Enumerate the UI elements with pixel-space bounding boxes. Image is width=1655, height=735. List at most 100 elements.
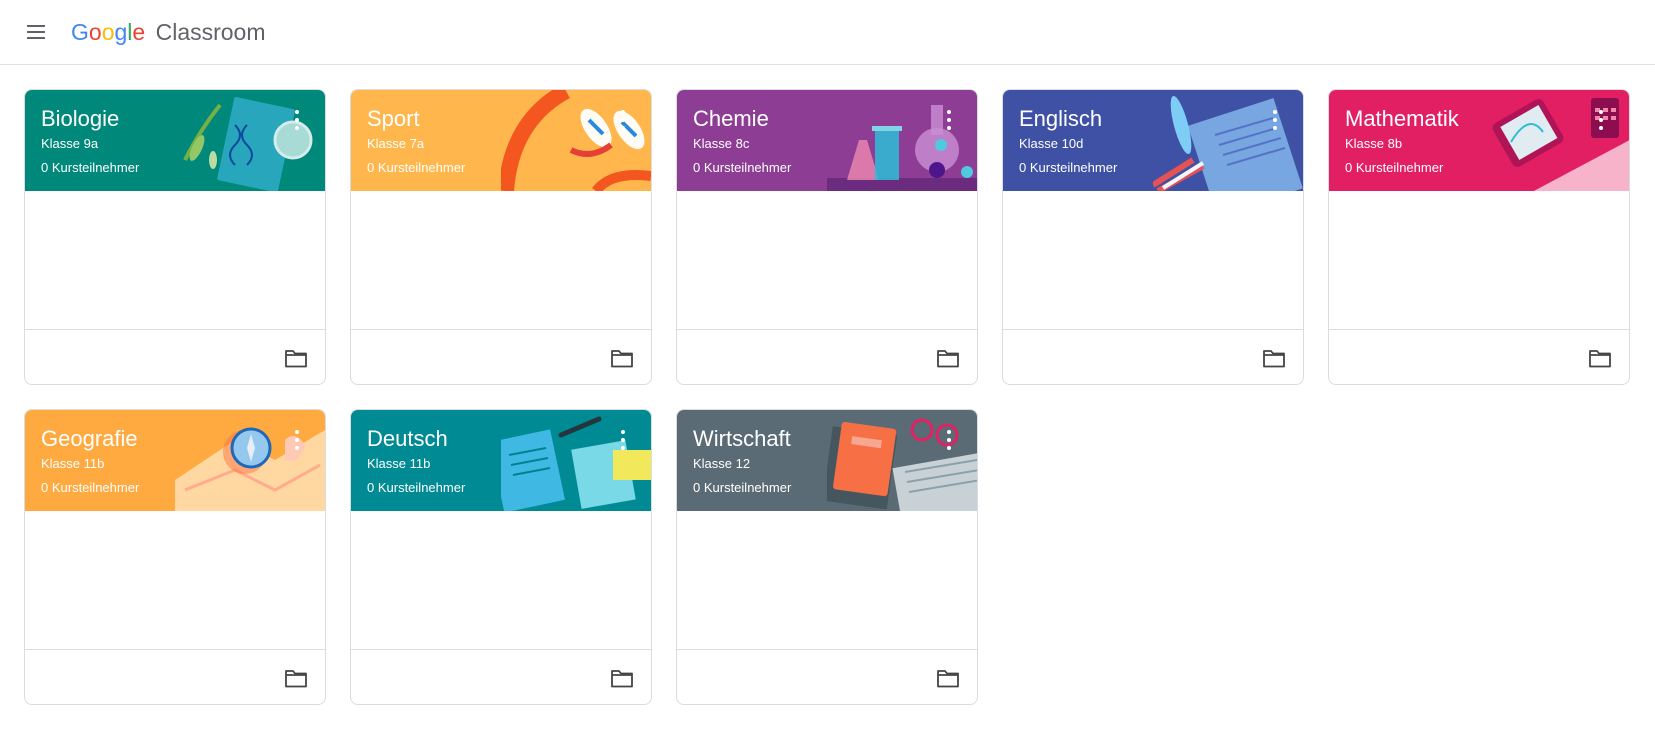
course-card-body xyxy=(677,511,977,649)
course-section: Klasse 10d xyxy=(1019,136,1084,151)
folder-icon[interactable] xyxy=(283,346,309,370)
more-vert-icon[interactable] xyxy=(1265,108,1285,132)
course-title[interactable]: Chemie xyxy=(693,106,769,132)
course-title[interactable]: Geografie xyxy=(41,426,138,452)
course-card[interactable]: Sport Klasse 7a 0 Kursteilnehmer xyxy=(350,89,652,385)
folder-icon[interactable] xyxy=(1587,346,1613,370)
hamburger-menu-icon-bar xyxy=(27,31,45,33)
logo-letter: g xyxy=(114,19,128,45)
course-card-header[interactable]: Mathematik Klasse 8b 0 Kursteilnehmer xyxy=(1329,90,1629,191)
course-card[interactable]: Biologie Klasse 9a 0 Kursteilnehmer xyxy=(24,89,326,385)
course-card[interactable]: Chemie Klasse 8c 0 Kursteilnehmer xyxy=(676,89,978,385)
dot xyxy=(295,430,299,434)
course-title[interactable]: Biologie xyxy=(41,106,119,132)
course-card-footer xyxy=(677,329,977,384)
course-card-body xyxy=(25,191,325,329)
course-card-body xyxy=(1329,191,1629,329)
dot xyxy=(1599,126,1603,130)
dot xyxy=(1273,110,1277,114)
dot xyxy=(947,126,951,130)
course-card-body xyxy=(677,191,977,329)
course-card-header[interactable]: Wirtschaft Klasse 12 0 Kursteilnehmer xyxy=(677,410,977,511)
course-card-header[interactable]: Sport Klasse 7a 0 Kursteilnehmer xyxy=(351,90,651,191)
dot xyxy=(295,446,299,450)
course-card-footer xyxy=(677,649,977,704)
more-vert-icon[interactable] xyxy=(287,428,307,452)
top-app-bar: Google Classroom xyxy=(0,0,1655,65)
hamburger-menu-icon xyxy=(27,25,45,27)
dot xyxy=(295,118,299,122)
course-card[interactable]: Wirtschaft Klasse 12 0 Kursteilnehmer xyxy=(676,409,978,705)
course-card[interactable]: Deutsch Klasse 11b 0 Kursteilnehmer xyxy=(350,409,652,705)
dot xyxy=(621,430,625,434)
course-student-count: 0 Kursteilnehmer xyxy=(41,160,140,175)
folder-icon[interactable] xyxy=(935,666,961,690)
course-card-footer xyxy=(25,329,325,384)
english-illustration xyxy=(1151,90,1303,191)
folder-icon[interactable] xyxy=(609,346,635,370)
course-card-body xyxy=(351,511,651,649)
logo-letter: e xyxy=(132,19,146,45)
math-illustration xyxy=(1479,90,1629,191)
course-section: Klasse 7a xyxy=(367,136,425,151)
more-vert-icon[interactable] xyxy=(613,428,633,452)
course-student-count: 0 Kursteilnehmer xyxy=(41,480,140,495)
course-section: Klasse 11b xyxy=(367,456,431,471)
course-title[interactable]: Sport xyxy=(367,106,420,132)
dot xyxy=(621,446,625,450)
sport-illustration xyxy=(498,90,651,191)
course-card-header[interactable]: Deutsch Klasse 11b 0 Kursteilnehmer xyxy=(351,410,651,511)
course-title[interactable]: Englisch xyxy=(1019,106,1102,132)
chemistry-illustration xyxy=(767,90,977,191)
more-vert-icon[interactable] xyxy=(939,108,959,132)
course-student-count: 0 Kursteilnehmer xyxy=(367,480,466,495)
course-card-body xyxy=(351,191,651,329)
course-card[interactable]: Englisch Klasse 10d 0 Kursteilnehmer xyxy=(1002,89,1304,385)
dot xyxy=(947,430,951,434)
google-classroom-logo[interactable]: Google Classroom xyxy=(71,17,266,47)
course-title[interactable]: Deutsch xyxy=(367,426,448,452)
course-title[interactable]: Wirtschaft xyxy=(693,426,791,452)
more-vert-icon[interactable] xyxy=(287,108,307,132)
course-card-header[interactable]: Biologie Klasse 9a 0 Kursteilnehmer xyxy=(25,90,325,191)
course-card[interactable]: Geografie Klasse 11b 0 Kursteilnehmer xyxy=(24,409,326,705)
course-student-count: 0 Kursteilnehmer xyxy=(1345,160,1444,175)
dot xyxy=(295,126,299,130)
logo-letter: o xyxy=(88,19,102,45)
course-card-footer xyxy=(1003,329,1303,384)
economics-illustration xyxy=(822,410,977,511)
course-section: Klasse 12 xyxy=(693,456,751,471)
dot xyxy=(947,438,951,442)
dot xyxy=(1599,110,1603,114)
folder-icon[interactable] xyxy=(935,346,961,370)
dot xyxy=(621,438,625,442)
course-card-header[interactable]: Geografie Klasse 11b 0 Kursteilnehmer xyxy=(25,410,325,511)
folder-icon[interactable] xyxy=(1261,346,1287,370)
german-illustration xyxy=(489,410,651,511)
more-vert-icon[interactable] xyxy=(939,428,959,452)
google-wordmark: Google xyxy=(71,19,152,45)
logo-letter: G xyxy=(71,19,89,45)
dot xyxy=(621,118,625,122)
dot xyxy=(1273,126,1277,130)
more-vert-icon[interactable] xyxy=(1591,108,1611,132)
more-vert-icon[interactable] xyxy=(613,108,633,132)
folder-icon[interactable] xyxy=(283,666,309,690)
folder-icon[interactable] xyxy=(609,666,635,690)
main-menu-button[interactable] xyxy=(20,16,52,48)
hamburger-menu-icon-bar xyxy=(27,37,45,39)
course-student-count: 0 Kursteilnehmer xyxy=(367,160,466,175)
dot xyxy=(621,126,625,130)
dot xyxy=(295,110,299,114)
course-card-header[interactable]: Englisch Klasse 10d 0 Kursteilnehmer xyxy=(1003,90,1303,191)
course-section: Klasse 8b xyxy=(1345,136,1403,151)
course-card-body xyxy=(25,511,325,649)
course-student-count: 0 Kursteilnehmer xyxy=(1019,160,1118,175)
course-card-footer xyxy=(351,329,651,384)
course-card[interactable]: Mathematik Klasse 8b 0 Kursteilnehmer xyxy=(1328,89,1630,385)
course-section: Klasse 8c xyxy=(693,136,750,151)
course-card-header[interactable]: Chemie Klasse 8c 0 Kursteilnehmer xyxy=(677,90,977,191)
dot xyxy=(621,110,625,114)
dot xyxy=(947,118,951,122)
course-title[interactable]: Mathematik xyxy=(1345,106,1459,132)
